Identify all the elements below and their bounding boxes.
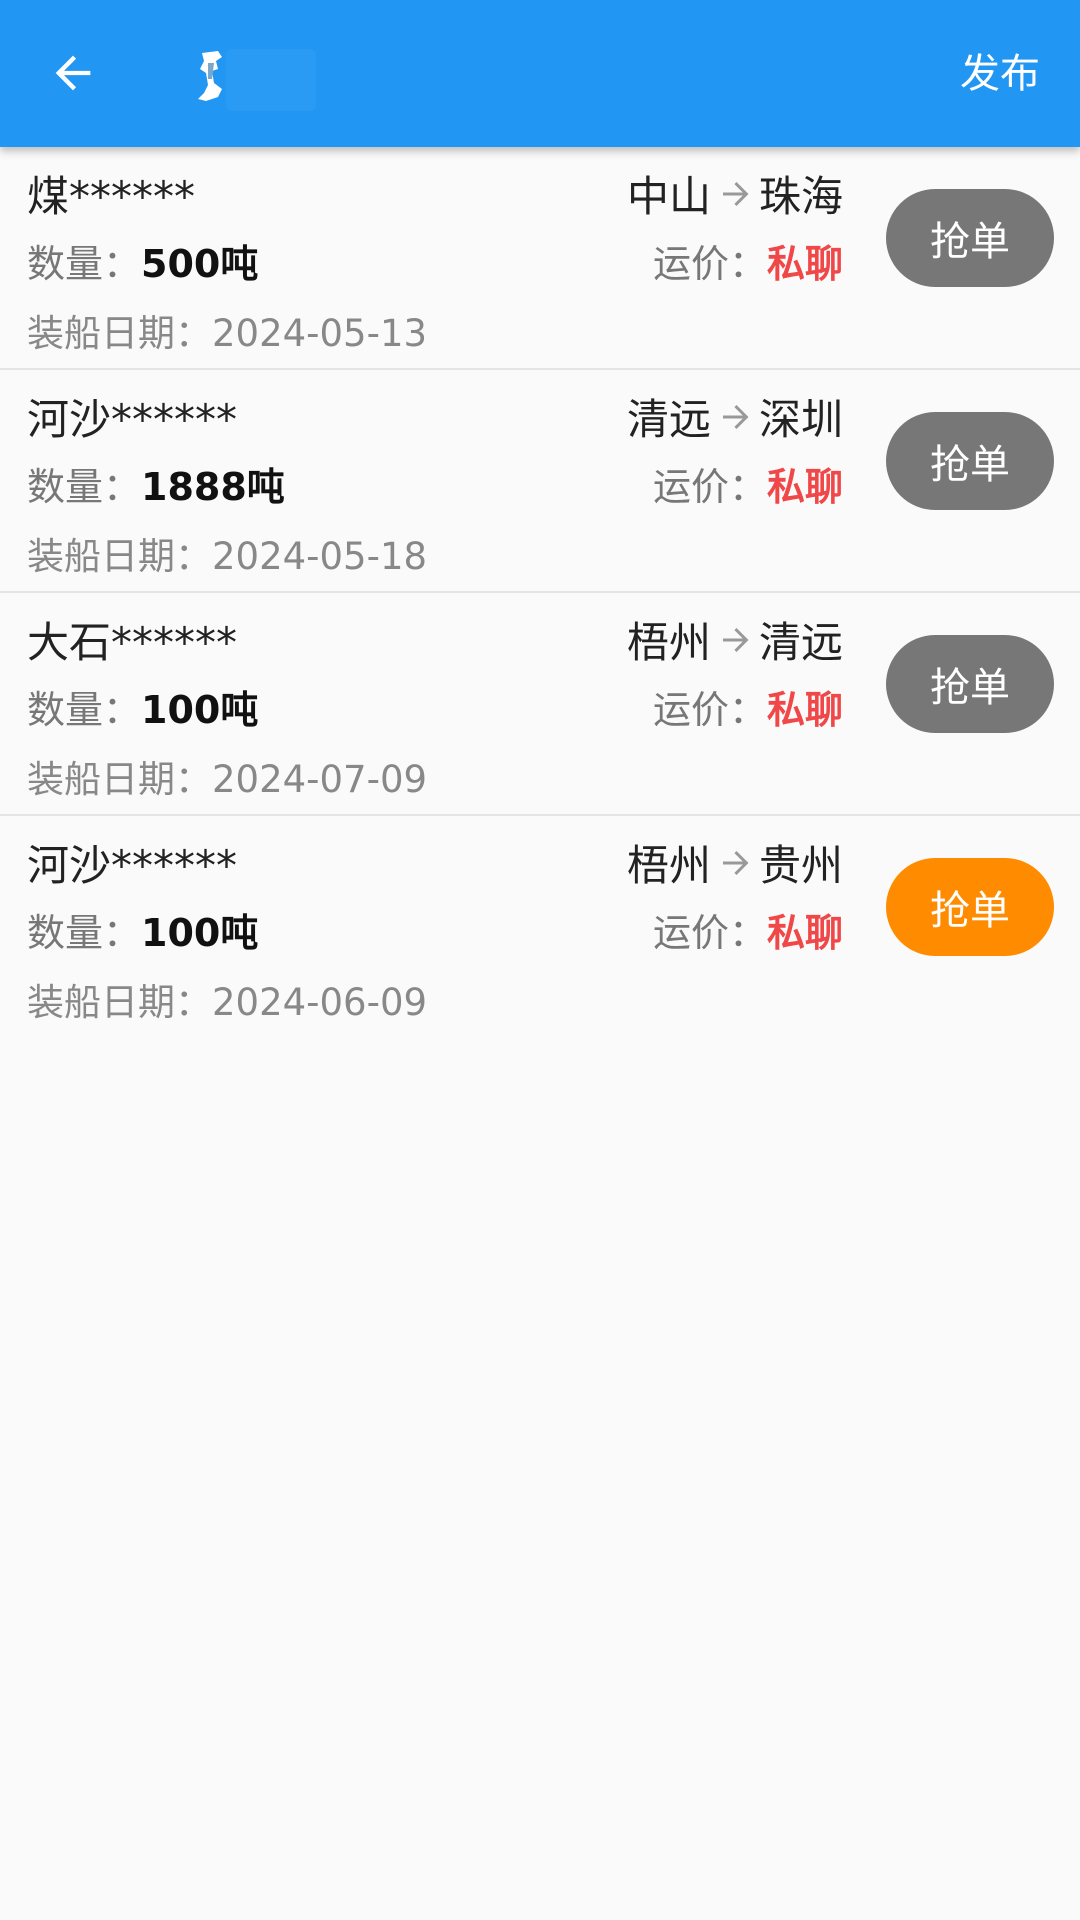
route-from: 梧州 <box>626 841 711 890</box>
arrow-right-icon <box>722 181 749 206</box>
arrow-right-icon <box>722 850 749 875</box>
cargo-name: 煤****** <box>27 172 196 221</box>
freight-value: 私聊 <box>766 242 843 286</box>
grab-order-button[interactable]: 抢单 <box>886 858 1054 956</box>
route-from: 中山 <box>626 172 711 221</box>
back-button[interactable] <box>28 28 118 118</box>
load-date-value: 2024-05-18 <box>212 535 428 578</box>
freight-value: 私聊 <box>766 911 843 955</box>
load-date-value: 2024-06-09 <box>212 981 428 1024</box>
list-item[interactable]: 煤****** 数量：500吨 装船日期：2024-05-13 中山 珠海 运价… <box>0 147 1080 370</box>
route: 梧州 贵州 <box>627 832 843 893</box>
list-item[interactable]: 河沙****** 数量：1888吨 装船日期：2024-05-18 清远 深圳 … <box>0 370 1080 593</box>
quantity-value: 500吨 <box>141 242 259 286</box>
quantity-label: 数量： <box>27 688 142 732</box>
quantity-value: 100吨 <box>141 911 259 955</box>
publish-button[interactable]: 发布 <box>960 46 1040 102</box>
page-title <box>180 45 316 115</box>
arrow-right-icon <box>722 627 749 652</box>
load-date-line: 装船日期：2024-05-18 <box>27 526 427 580</box>
quantity-label: 数量： <box>27 465 142 509</box>
route-to: 贵州 <box>758 841 843 890</box>
quantity-line: 数量：500吨 <box>27 233 258 288</box>
title-text-blurred <box>226 49 316 111</box>
freight-label: 运价： <box>652 911 767 955</box>
freight-label: 运价： <box>652 242 767 286</box>
quantity-line: 数量：1888吨 <box>27 456 285 511</box>
load-date-label: 装船日期： <box>27 312 212 355</box>
load-date-label: 装船日期： <box>27 758 212 801</box>
route-to: 清远 <box>758 618 843 667</box>
quantity-line: 数量：100吨 <box>27 902 258 957</box>
cargo-name: 河沙****** <box>27 395 238 444</box>
route-to: 珠海 <box>758 172 843 221</box>
freight-value: 私聊 <box>766 688 843 732</box>
grab-order-button[interactable]: 抢单 <box>886 635 1054 733</box>
freight-label: 运价： <box>652 465 767 509</box>
cargo-name: 大石****** <box>27 618 238 667</box>
load-date-label: 装船日期： <box>27 981 212 1024</box>
load-date-label: 装船日期： <box>27 535 212 578</box>
quantity-value: 100吨 <box>141 688 259 732</box>
route-from: 清远 <box>626 395 711 444</box>
route-to: 深圳 <box>758 395 843 444</box>
load-date-line: 装船日期：2024-07-09 <box>27 749 427 803</box>
arrow-left-icon <box>55 55 91 91</box>
freight-line: 运价：私聊 <box>653 456 843 511</box>
quantity-line: 数量：100吨 <box>27 679 258 734</box>
load-date-value: 2024-05-13 <box>212 312 428 355</box>
list-item[interactable]: 河沙****** 数量：100吨 装船日期：2024-06-09 梧州 贵州 运… <box>0 816 1080 1039</box>
freight-line: 运价：私聊 <box>653 679 843 734</box>
quantity-value: 1888吨 <box>141 465 285 509</box>
freight-line: 运价：私聊 <box>653 233 843 288</box>
freight-value: 私聊 <box>766 465 843 509</box>
load-date-value: 2024-07-09 <box>212 758 428 801</box>
load-date-line: 装船日期：2024-05-13 <box>27 303 427 357</box>
app-bar: 发布 <box>0 0 1080 147</box>
route: 中山 珠海 <box>627 163 843 224</box>
load-date-line: 装船日期：2024-06-09 <box>27 972 427 1026</box>
route: 清远 深圳 <box>627 386 843 447</box>
quantity-label: 数量： <box>27 242 142 286</box>
freight-line: 运价：私聊 <box>653 902 843 957</box>
grab-order-button[interactable]: 抢单 <box>886 189 1054 287</box>
arrow-right-icon <box>722 404 749 429</box>
list-item[interactable]: 大石****** 数量：100吨 装船日期：2024-07-09 梧州 清远 运… <box>0 593 1080 816</box>
freight-label: 运价： <box>652 688 767 732</box>
cargo-name: 河沙****** <box>27 841 238 890</box>
route: 梧州 清远 <box>627 609 843 670</box>
grab-order-button[interactable]: 抢单 <box>886 412 1054 510</box>
order-list: 煤****** 数量：500吨 装船日期：2024-05-13 中山 珠海 运价… <box>0 147 1080 1039</box>
route-from: 梧州 <box>626 618 711 667</box>
quantity-label: 数量： <box>27 911 142 955</box>
